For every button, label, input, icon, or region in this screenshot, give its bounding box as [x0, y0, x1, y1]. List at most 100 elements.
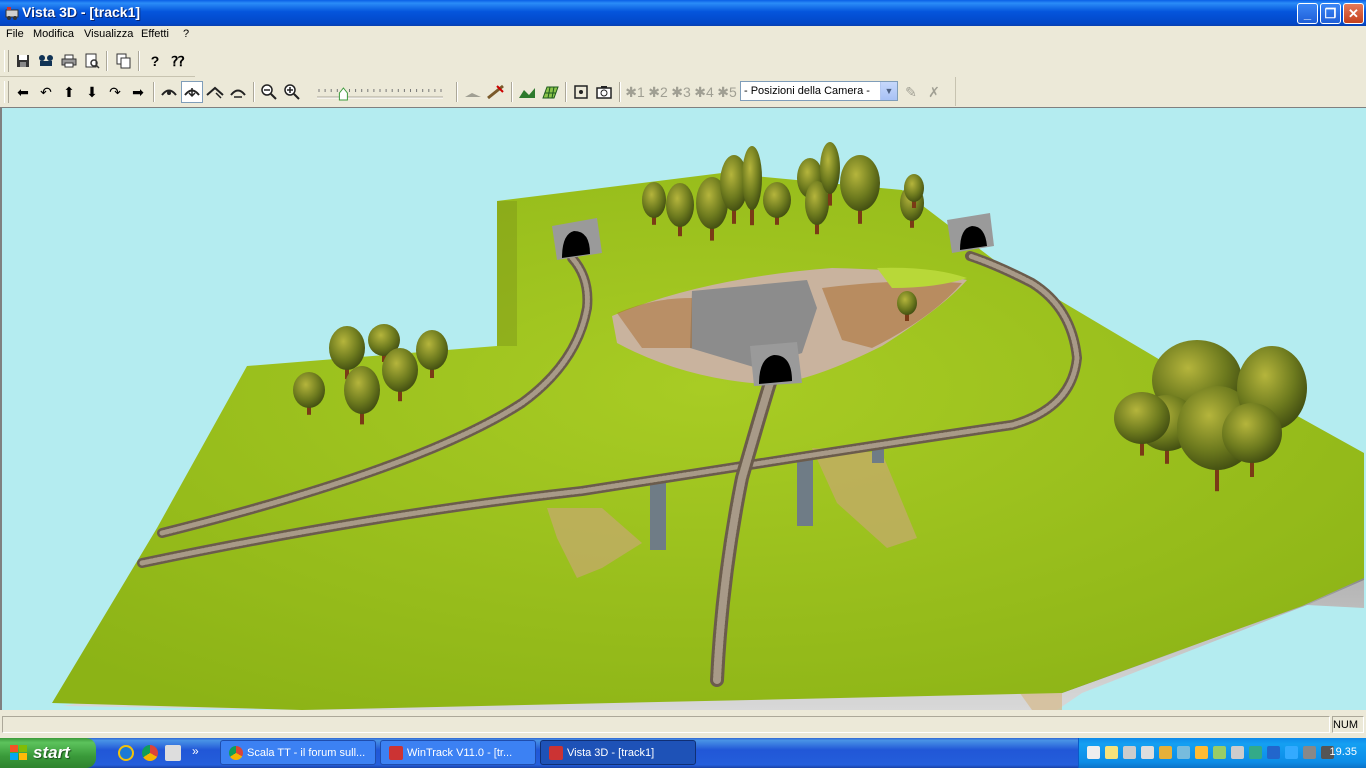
standard-toolbar: ? ⁇ — [0, 46, 195, 77]
toolbar-separator — [106, 51, 108, 71]
help-icon[interactable]: ? — [144, 50, 166, 72]
move-right-icon[interactable]: ➡ — [127, 81, 149, 103]
tree-crown — [642, 182, 666, 218]
tray-icon[interactable] — [1105, 746, 1118, 759]
title-bar: Vista 3D - [track1] _ ❐ ✕ — [0, 0, 1366, 26]
tree-crown — [416, 330, 448, 370]
walk-mode-icon[interactable] — [158, 81, 180, 103]
tunnel-portal-center — [750, 342, 802, 386]
tree-crown — [293, 372, 325, 408]
fly-mode-icon[interactable] — [181, 81, 203, 103]
tree-crown — [897, 291, 917, 315]
delete-camera-icon[interactable]: ✗ — [923, 81, 945, 103]
network-icon[interactable] — [1267, 746, 1280, 759]
wintrack-icon — [389, 746, 403, 760]
tree-crown — [904, 174, 924, 202]
camera-icon[interactable] — [593, 81, 615, 103]
expand-quicklaunch-icon[interactable]: » — [192, 744, 199, 758]
camera-slot-4[interactable]: ✱4 — [693, 81, 715, 103]
quicklaunch-icon[interactable] — [165, 745, 181, 761]
shield-icon[interactable] — [1159, 746, 1172, 759]
tree-crown — [344, 366, 380, 414]
rotate-left-icon[interactable]: ↶ — [35, 81, 57, 103]
zoom-slider[interactable] — [315, 82, 445, 102]
app-icon — [5, 7, 19, 20]
volume-icon[interactable] — [1231, 746, 1244, 759]
scenery-icon[interactable] — [35, 50, 57, 72]
track-edit-icon[interactable] — [485, 81, 507, 103]
landscape-icon[interactable] — [516, 81, 538, 103]
move-left-icon[interactable]: ⬅ — [12, 81, 34, 103]
tray-icon[interactable] — [1195, 746, 1208, 759]
camera-slot-2[interactable]: ✱2 — [647, 81, 669, 103]
orbit-icon[interactable] — [227, 81, 249, 103]
save-camera-icon[interactable]: ✎ — [900, 81, 922, 103]
move-down-icon[interactable]: ⬇ — [81, 81, 103, 103]
tray-icon[interactable] — [1213, 746, 1226, 759]
grid-icon[interactable] — [539, 81, 561, 103]
zoom-in-icon[interactable] — [281, 81, 303, 103]
clock: 19.35 — [1329, 746, 1357, 758]
fit-view-icon[interactable] — [570, 81, 592, 103]
menu-help[interactable]: ? — [183, 28, 189, 40]
system-tray: 19.35 — [1078, 738, 1366, 768]
tree-crown — [820, 142, 840, 194]
zoom-out-icon[interactable] — [258, 81, 280, 103]
print-preview-icon[interactable] — [81, 50, 103, 72]
close-icon: ✕ — [1348, 6, 1359, 21]
wintrack-icon — [549, 746, 563, 760]
close-button[interactable]: ✕ — [1343, 3, 1364, 24]
tray-icon[interactable] — [1123, 746, 1136, 759]
menu-effetti[interactable]: Effetti — [141, 28, 169, 40]
copy-icon[interactable] — [113, 50, 135, 72]
camera-slot-5[interactable]: ✱5 — [716, 81, 738, 103]
viaduct-pillar — [650, 478, 666, 550]
bluetooth-icon[interactable] — [1285, 746, 1298, 759]
print-icon[interactable] — [58, 50, 80, 72]
minimize-button[interactable]: _ — [1297, 3, 1318, 24]
task-chrome[interactable]: Scala TT - il forum sull... — [220, 740, 376, 765]
taskbar: start » Scala TT - il forum sull... WinT… — [0, 738, 1366, 768]
toolbar-separator — [619, 82, 621, 102]
menu-bar: File Modifica Visualizza Effetti ? — [0, 26, 1366, 44]
status-bar: NUM — [0, 710, 1366, 738]
task-vista3d[interactable]: Vista 3D - [track1] — [540, 740, 696, 765]
tray-icon[interactable] — [1087, 746, 1100, 759]
camera-slot-3[interactable]: ✱3 — [670, 81, 692, 103]
task-wintrack[interactable]: WinTrack V11.0 - [tr... — [380, 740, 536, 765]
3d-viewport[interactable] — [0, 107, 1366, 710]
tray-icon[interactable] — [1249, 746, 1262, 759]
chevron-down-icon[interactable]: ▼ — [880, 82, 897, 100]
toolbar-grip[interactable] — [4, 81, 9, 103]
tree-crown — [742, 146, 762, 210]
move-up-icon[interactable]: ⬆ — [58, 81, 80, 103]
tree-crown — [1114, 392, 1170, 444]
camera-slot-1[interactable]: ✱1 — [624, 81, 646, 103]
tree-crown — [763, 182, 791, 218]
menu-visualizza[interactable]: Visualizza — [84, 28, 133, 40]
terrain-icon[interactable] — [462, 81, 484, 103]
train-view-icon[interactable] — [204, 81, 226, 103]
restore-icon: ❐ — [1324, 6, 1337, 21]
menu-modifica[interactable]: Modifica — [33, 28, 74, 40]
window-title: Vista 3D - [track1] — [22, 4, 141, 20]
chrome-icon[interactable] — [142, 745, 158, 761]
rotate-right-icon[interactable]: ↷ — [104, 81, 126, 103]
display-icon[interactable] — [1303, 746, 1316, 759]
toolbar-separator — [565, 82, 567, 102]
tray-icon[interactable] — [1177, 746, 1190, 759]
save-icon[interactable] — [12, 50, 34, 72]
chrome-icon — [229, 746, 243, 760]
tree-crown — [382, 348, 418, 392]
tree-crown — [666, 183, 694, 227]
terrain-edge — [497, 201, 517, 346]
camera-position-select[interactable]: - Posizioni della Camera - ▼ — [740, 81, 898, 101]
ie-icon[interactable] — [118, 745, 134, 761]
tray-icon[interactable] — [1141, 746, 1154, 759]
start-button[interactable]: start — [0, 738, 96, 768]
context-help-icon[interactable]: ⁇ — [167, 50, 189, 72]
restore-button[interactable]: ❐ — [1320, 3, 1341, 24]
menu-file[interactable]: File — [6, 28, 24, 40]
toolbar-grip[interactable] — [4, 50, 9, 72]
windows-logo-icon — [10, 745, 27, 760]
